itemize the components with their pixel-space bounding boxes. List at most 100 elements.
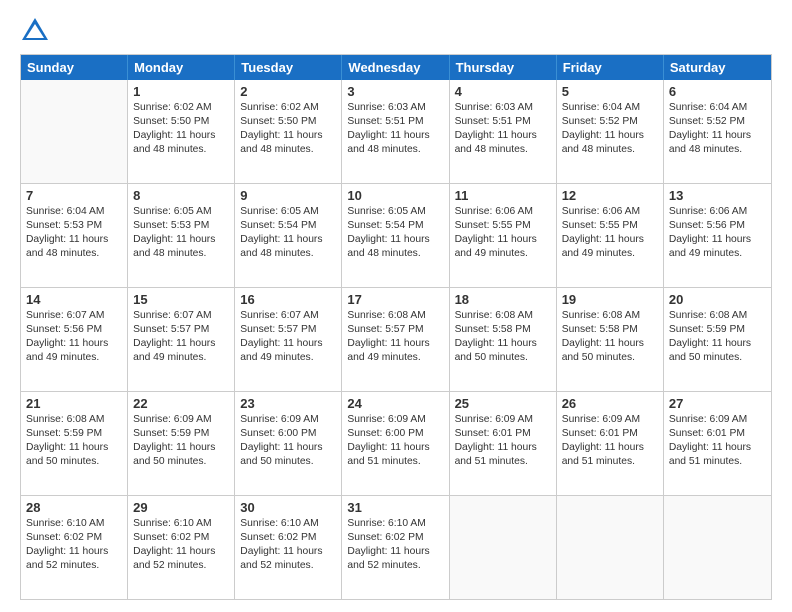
day-number: 31 [347, 500, 443, 515]
cell-info-line: Daylight: 11 hours [347, 441, 443, 455]
cell-info-line: Sunrise: 6:09 AM [133, 413, 229, 427]
cell-info-line: Sunset: 6:02 PM [347, 531, 443, 545]
cell-info-line: Sunset: 6:01 PM [455, 427, 551, 441]
day-number: 28 [26, 500, 122, 515]
cell-info-line: Daylight: 11 hours [669, 441, 766, 455]
cell-info-line: Sunrise: 6:03 AM [347, 101, 443, 115]
cell-info-line: and 52 minutes. [26, 559, 122, 573]
cell-info-line: Daylight: 11 hours [26, 233, 122, 247]
calendar-cell: 2Sunrise: 6:02 AMSunset: 5:50 PMDaylight… [235, 80, 342, 183]
logo-icon [20, 16, 50, 46]
cell-info-line: Sunrise: 6:04 AM [669, 101, 766, 115]
day-number: 25 [455, 396, 551, 411]
cell-info-line: Sunset: 5:52 PM [562, 115, 658, 129]
cell-info-line: Daylight: 11 hours [455, 129, 551, 143]
calendar-cell: 31Sunrise: 6:10 AMSunset: 6:02 PMDayligh… [342, 496, 449, 599]
calendar-cell: 28Sunrise: 6:10 AMSunset: 6:02 PMDayligh… [21, 496, 128, 599]
calendar-cell: 4Sunrise: 6:03 AMSunset: 5:51 PMDaylight… [450, 80, 557, 183]
cell-info-line: Sunrise: 6:06 AM [562, 205, 658, 219]
cell-info-line: Sunrise: 6:08 AM [347, 309, 443, 323]
cell-info-line: Sunset: 5:57 PM [347, 323, 443, 337]
day-number: 24 [347, 396, 443, 411]
cell-info-line: and 48 minutes. [347, 247, 443, 261]
cell-info-line: Sunset: 5:56 PM [669, 219, 766, 233]
calendar-cell: 6Sunrise: 6:04 AMSunset: 5:52 PMDaylight… [664, 80, 771, 183]
calendar-cell: 10Sunrise: 6:05 AMSunset: 5:54 PMDayligh… [342, 184, 449, 287]
cell-info-line: Daylight: 11 hours [347, 129, 443, 143]
cell-info-line: and 52 minutes. [240, 559, 336, 573]
calendar-cell: 29Sunrise: 6:10 AMSunset: 6:02 PMDayligh… [128, 496, 235, 599]
day-number: 19 [562, 292, 658, 307]
cell-info-line: and 48 minutes. [133, 247, 229, 261]
cell-info-line: Sunrise: 6:03 AM [455, 101, 551, 115]
calendar-week-4: 21Sunrise: 6:08 AMSunset: 5:59 PMDayligh… [21, 392, 771, 496]
day-number: 11 [455, 188, 551, 203]
day-number: 20 [669, 292, 766, 307]
cell-info-line: Daylight: 11 hours [455, 337, 551, 351]
day-number: 27 [669, 396, 766, 411]
cell-info-line: Sunset: 5:59 PM [669, 323, 766, 337]
calendar-cell: 27Sunrise: 6:09 AMSunset: 6:01 PMDayligh… [664, 392, 771, 495]
cell-info-line: Daylight: 11 hours [240, 545, 336, 559]
cell-info-line: and 49 minutes. [455, 247, 551, 261]
cell-info-line: Daylight: 11 hours [562, 441, 658, 455]
cell-info-line: and 52 minutes. [347, 559, 443, 573]
cell-info-line: and 49 minutes. [347, 351, 443, 365]
header [20, 16, 772, 46]
cell-info-line: and 50 minutes. [26, 455, 122, 469]
cell-info-line: Daylight: 11 hours [240, 441, 336, 455]
day-number: 21 [26, 396, 122, 411]
day-number: 29 [133, 500, 229, 515]
cell-info-line: Daylight: 11 hours [240, 129, 336, 143]
day-number: 30 [240, 500, 336, 515]
cell-info-line: Sunset: 5:50 PM [133, 115, 229, 129]
cell-info-line: Daylight: 11 hours [347, 337, 443, 351]
cell-info-line: Sunrise: 6:05 AM [133, 205, 229, 219]
day-number: 7 [26, 188, 122, 203]
cell-info-line: Sunset: 5:57 PM [133, 323, 229, 337]
cell-info-line: Sunrise: 6:02 AM [133, 101, 229, 115]
header-day-monday: Monday [128, 55, 235, 80]
cell-info-line: Sunset: 5:59 PM [26, 427, 122, 441]
cell-info-line: Sunrise: 6:05 AM [240, 205, 336, 219]
calendar-cell [21, 80, 128, 183]
cell-info-line: and 49 minutes. [133, 351, 229, 365]
cell-info-line: Sunrise: 6:10 AM [347, 517, 443, 531]
calendar-cell: 20Sunrise: 6:08 AMSunset: 5:59 PMDayligh… [664, 288, 771, 391]
day-number: 26 [562, 396, 658, 411]
cell-info-line: Sunrise: 6:10 AM [240, 517, 336, 531]
cell-info-line: Sunset: 5:58 PM [562, 323, 658, 337]
calendar-cell: 30Sunrise: 6:10 AMSunset: 6:02 PMDayligh… [235, 496, 342, 599]
cell-info-line: Sunset: 5:52 PM [669, 115, 766, 129]
calendar-cell: 16Sunrise: 6:07 AMSunset: 5:57 PMDayligh… [235, 288, 342, 391]
calendar-cell: 23Sunrise: 6:09 AMSunset: 6:00 PMDayligh… [235, 392, 342, 495]
cell-info-line: Daylight: 11 hours [562, 233, 658, 247]
calendar-week-5: 28Sunrise: 6:10 AMSunset: 6:02 PMDayligh… [21, 496, 771, 599]
cell-info-line: Sunrise: 6:08 AM [669, 309, 766, 323]
calendar-cell: 1Sunrise: 6:02 AMSunset: 5:50 PMDaylight… [128, 80, 235, 183]
cell-info-line: Sunrise: 6:09 AM [562, 413, 658, 427]
cell-info-line: and 48 minutes. [455, 143, 551, 157]
cell-info-line: Sunrise: 6:04 AM [26, 205, 122, 219]
cell-info-line: Sunset: 5:53 PM [26, 219, 122, 233]
calendar-cell: 5Sunrise: 6:04 AMSunset: 5:52 PMDaylight… [557, 80, 664, 183]
cell-info-line: Sunrise: 6:04 AM [562, 101, 658, 115]
cell-info-line: Sunset: 6:00 PM [347, 427, 443, 441]
cell-info-line: and 49 minutes. [562, 247, 658, 261]
cell-info-line: Sunset: 5:57 PM [240, 323, 336, 337]
cell-info-line: Sunrise: 6:07 AM [26, 309, 122, 323]
cell-info-line: Sunrise: 6:06 AM [669, 205, 766, 219]
calendar-cell: 25Sunrise: 6:09 AMSunset: 6:01 PMDayligh… [450, 392, 557, 495]
cell-info-line: Daylight: 11 hours [240, 337, 336, 351]
calendar-week-3: 14Sunrise: 6:07 AMSunset: 5:56 PMDayligh… [21, 288, 771, 392]
calendar-cell: 13Sunrise: 6:06 AMSunset: 5:56 PMDayligh… [664, 184, 771, 287]
cell-info-line: Sunrise: 6:09 AM [240, 413, 336, 427]
cell-info-line: Sunrise: 6:09 AM [669, 413, 766, 427]
calendar-cell: 24Sunrise: 6:09 AMSunset: 6:00 PMDayligh… [342, 392, 449, 495]
cell-info-line: Daylight: 11 hours [133, 545, 229, 559]
calendar-cell: 3Sunrise: 6:03 AMSunset: 5:51 PMDaylight… [342, 80, 449, 183]
cell-info-line: Sunset: 5:53 PM [133, 219, 229, 233]
cell-info-line: Sunrise: 6:09 AM [455, 413, 551, 427]
calendar-cell: 12Sunrise: 6:06 AMSunset: 5:55 PMDayligh… [557, 184, 664, 287]
cell-info-line: Daylight: 11 hours [669, 129, 766, 143]
